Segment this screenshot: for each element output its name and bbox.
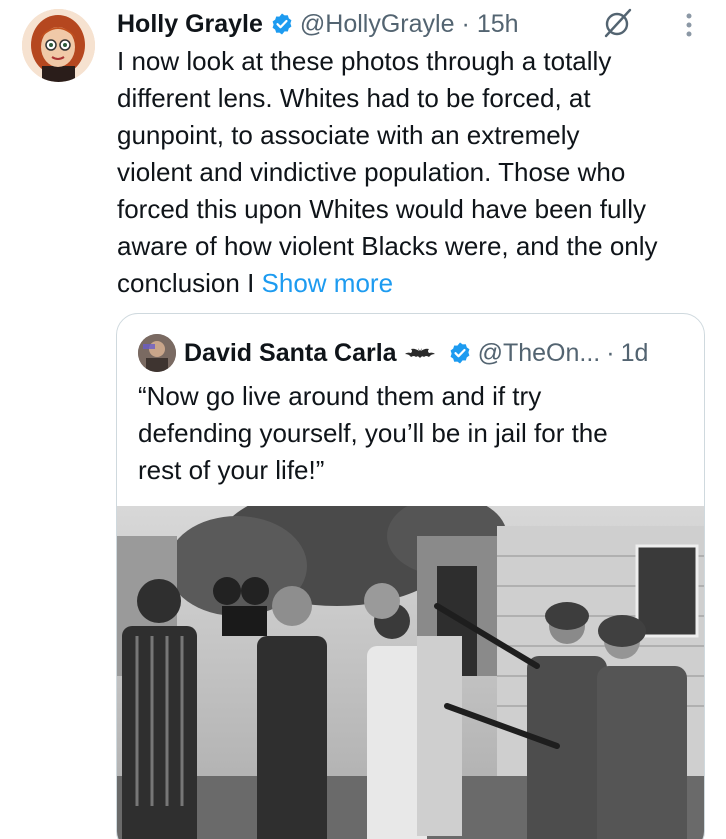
verified-badge-icon [448,341,472,365]
bat-icon [404,343,435,363]
post-text: I now look at these photos through a tot… [117,43,717,302]
post-header: Holly Grayle @HollyGrayle · 15h [117,6,519,42]
post-text-line: violent and vindictive population. Those… [117,157,626,187]
quoted-avatar[interactable] [138,334,176,372]
post-text-line: gunpoint, to associate with an extremely [117,120,580,150]
quoted-display-name[interactable]: David Santa Carla [184,339,397,368]
post-text-line: different lens. Whites had to be forced,… [117,83,591,113]
photo-illustration [117,486,704,839]
avatar-illustration [22,9,95,82]
post-text-tail: conclusion I [117,268,255,298]
quoted-text-line: defending yourself, you’ll be in jail fo… [138,418,608,448]
show-more-link[interactable]: Show more [262,268,394,298]
timestamp[interactable]: 15h [477,10,519,39]
avatar[interactable] [22,9,95,82]
more-options-icon[interactable] [684,10,694,40]
post-text-line: aware of how violent Blacks were, and th… [117,231,658,261]
quoted-media-photo[interactable] [117,486,704,839]
quoted-text-line: “Now go live around them and if try [138,381,542,411]
separator-dot: · [606,338,615,367]
quoted-handle[interactable]: @TheOn... [478,339,601,368]
post-text-line: forced this upon Whites would have been … [117,194,646,224]
quoted-avatar-image [138,334,176,372]
quoted-post-card[interactable]: David Santa Carla @TheOn... · 1d “Now go… [116,313,705,839]
post-text-line-last: conclusion I Show more [117,265,717,302]
handle[interactable]: @HollyGrayle [300,10,455,39]
post-text-line: I now look at these photos through a tot… [117,46,612,76]
quoted-post-header: David Santa Carla @TheOn... · 1d [184,334,648,372]
quoted-text-line: rest of your life!” [138,455,325,485]
verified-badge-icon [270,12,294,36]
display-name[interactable]: Holly Grayle [117,10,263,39]
quoted-timestamp[interactable]: 1d [621,339,649,368]
separator-dot: · [461,9,470,38]
quoted-post-text: “Now go live around them and if try defe… [138,378,698,489]
mute-icon[interactable] [601,6,635,40]
